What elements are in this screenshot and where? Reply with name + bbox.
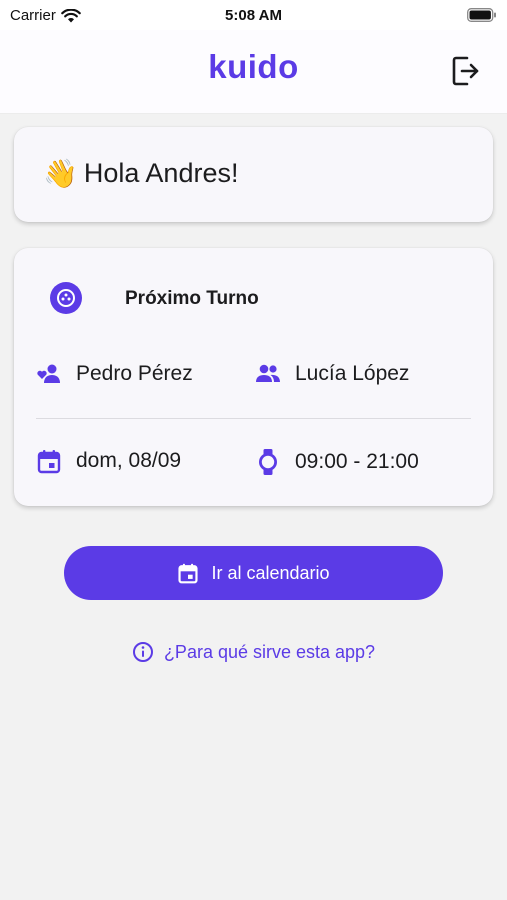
status-time: 5:08 AM [225, 7, 282, 24]
go-to-calendar-button[interactable]: Ir al calendario [64, 546, 443, 600]
greeting: 👋 Hola Andres! [43, 157, 238, 190]
date-row: dom, 08/09 [36, 448, 181, 474]
heart-person-icon [37, 364, 60, 383]
greeting-text: Hola Andres! [83, 158, 239, 188]
caregiver-row: Lucía López [255, 362, 409, 386]
shift-title: Próximo Turno [125, 288, 259, 309]
app-header: kuido [0, 30, 507, 114]
caregiver-name: Lucía López [295, 362, 410, 385]
next-shift-card[interactable]: Próximo Turno Pedro Pérez Lucía López do… [14, 248, 493, 506]
shift-header [50, 282, 82, 314]
info-icon [132, 642, 153, 662]
go-to-calendar-label: Ir al calendario [211, 562, 330, 583]
watch-icon [259, 449, 277, 475]
shift-divider [36, 418, 471, 419]
patient-row: Pedro Pérez [36, 362, 193, 386]
patient-name: Pedro Pérez [76, 362, 193, 385]
shift-hours: 09:00 - 21:00 [295, 450, 419, 473]
status-bar: Carrier 5:08 AM [0, 0, 507, 30]
app-info-label: ¿Para qué sirve esta app? [163, 641, 376, 662]
waving-hand-icon: 👋 [43, 158, 78, 189]
people-icon [256, 364, 280, 382]
shift-badge-icon [50, 282, 82, 314]
greeting-card: 👋 Hola Andres! [14, 127, 493, 222]
calendar-icon [178, 563, 199, 584]
battery-icon [467, 8, 496, 22]
hours-row: 09:00 - 21:00 [255, 448, 419, 476]
logout-icon[interactable] [451, 54, 481, 88]
shift-date: dom, 08/09 [76, 449, 182, 472]
app-info-link[interactable]: ¿Para qué sirve esta app? [0, 641, 507, 663]
dial-icon [57, 289, 75, 307]
app-logo: kuido [208, 48, 299, 85]
calendar-icon [37, 450, 61, 474]
